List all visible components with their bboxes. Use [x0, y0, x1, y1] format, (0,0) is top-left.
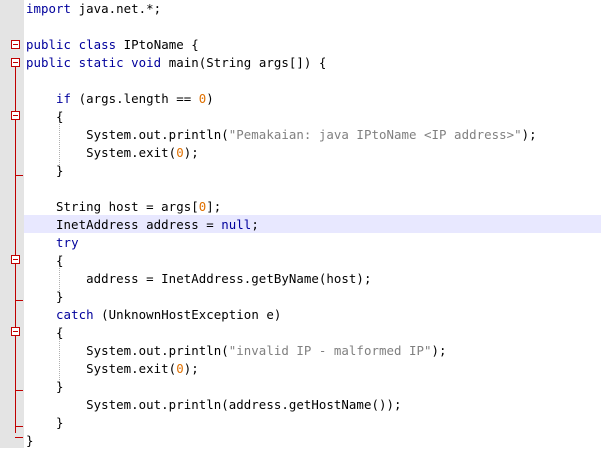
fold-end-marker — [15, 437, 23, 438]
code-line[interactable]: } — [26, 162, 64, 180]
code-line[interactable]: String host = args[0]; — [26, 198, 221, 216]
code-line[interactable]: catch (UnknownHostException e) — [26, 306, 281, 324]
editor-gutter — [0, 0, 24, 448]
code-line[interactable]: } — [26, 288, 64, 306]
code-line[interactable]: import java.net.*; — [26, 0, 161, 18]
fold-end-marker — [15, 300, 23, 301]
fold-end-marker — [15, 390, 23, 391]
fold-range-line — [15, 67, 16, 433]
code-line[interactable]: } — [26, 378, 64, 396]
code-line[interactable]: public class IPtoName { — [26, 36, 199, 54]
code-line[interactable]: { — [26, 324, 64, 342]
code-editor[interactable]: import java.net.*; public class IPtoName … — [0, 0, 601, 448]
code-line[interactable]: } — [26, 414, 64, 432]
code-line[interactable]: System.out.println(address.getHostName()… — [26, 396, 402, 414]
fold-toggle-catch-block[interactable] — [11, 327, 20, 336]
code-line[interactable]: InetAddress address = null; — [26, 216, 259, 234]
code-line[interactable]: System.out.println("invalid IP - malform… — [26, 342, 447, 360]
fold-end-marker — [15, 175, 23, 176]
fold-end-marker — [15, 426, 23, 427]
code-line[interactable]: System.exit(0); — [26, 144, 199, 162]
fold-toggle-main[interactable] — [11, 58, 20, 67]
code-line[interactable]: public static void main(String args[]) { — [26, 54, 326, 72]
fold-toggle-if-block[interactable] — [11, 111, 20, 120]
code-line[interactable]: { — [26, 252, 64, 270]
code-line[interactable]: try — [26, 234, 79, 252]
code-line[interactable]: { — [26, 108, 64, 126]
code-line[interactable]: if (args.length == 0) — [26, 90, 214, 108]
code-line[interactable]: } — [26, 432, 34, 450]
code-line[interactable]: System.out.println("Pemakaian: java IPto… — [26, 126, 537, 144]
fold-toggle-class[interactable] — [11, 40, 20, 49]
fold-toggle-try-block[interactable] — [11, 255, 20, 264]
code-line[interactable]: System.exit(0); — [26, 360, 199, 378]
code-line[interactable]: address = InetAddress.getByName(host); — [26, 270, 371, 288]
